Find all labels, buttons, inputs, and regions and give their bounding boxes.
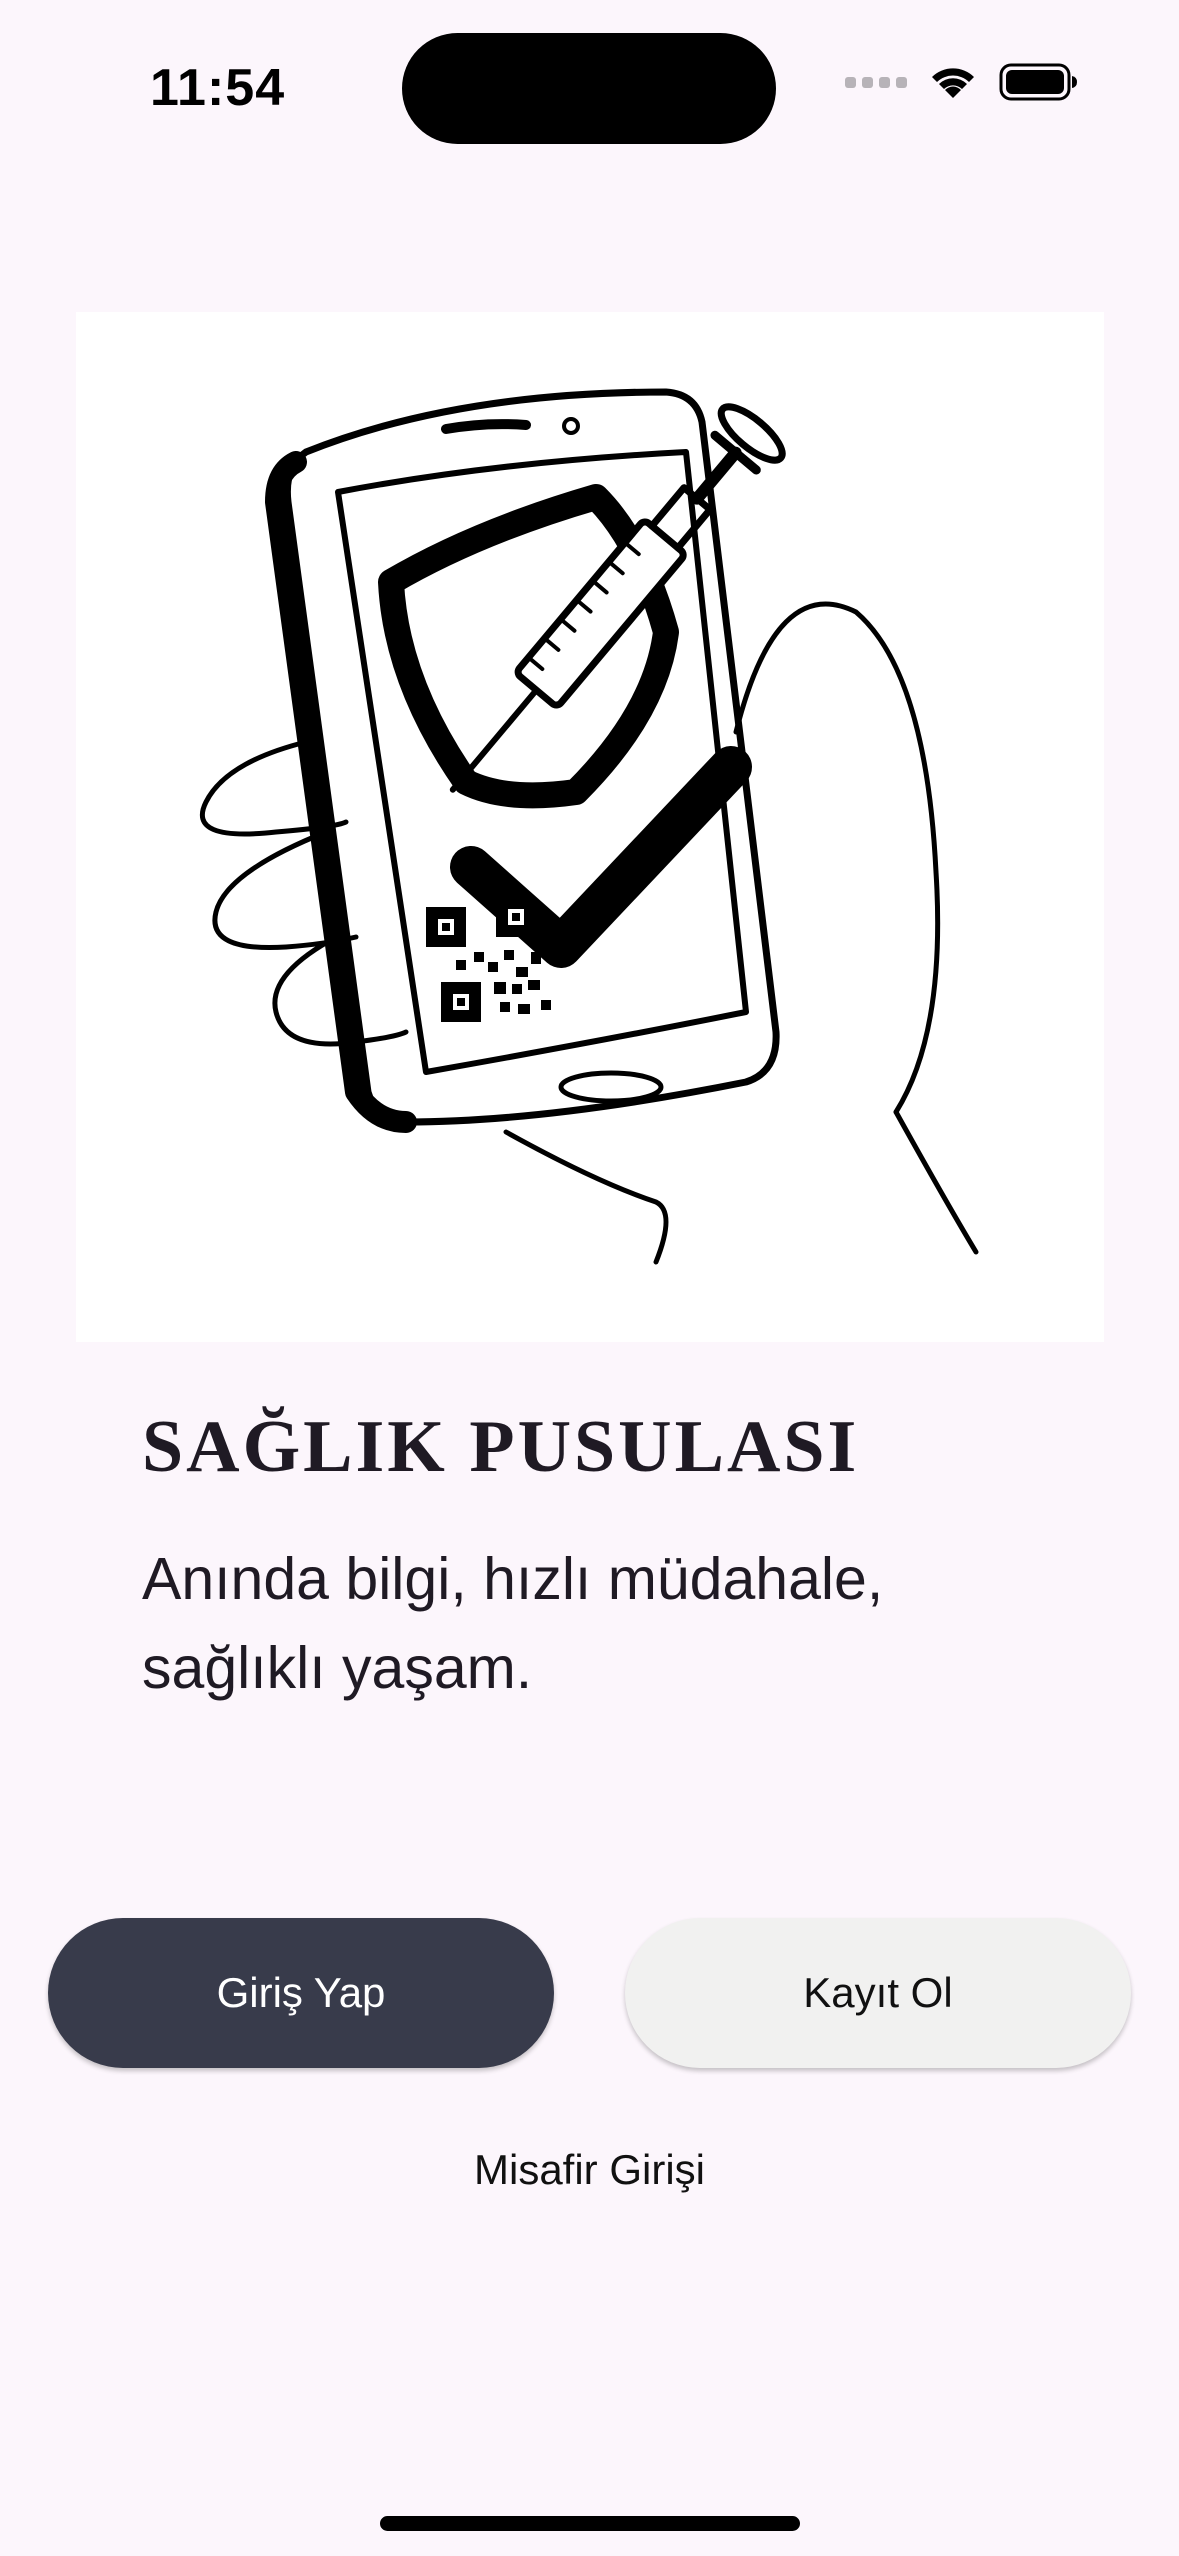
login-button[interactable]: Giriş Yap bbox=[48, 1918, 554, 2068]
home-indicator bbox=[380, 2516, 800, 2531]
wifi-icon bbox=[927, 62, 979, 102]
app-title: SAĞLIK PUSULASI bbox=[142, 1406, 860, 1488]
signal-icon bbox=[845, 76, 907, 88]
app-tagline: Anında bilgi, hızlı müdahale, sağlıklı y… bbox=[142, 1546, 884, 1701]
phone-vaccine-qr-checkmark-illustration bbox=[199, 388, 979, 1265]
register-button[interactable]: Kayıt Ol bbox=[625, 1918, 1131, 2068]
status-time: 11:54 bbox=[150, 59, 286, 117]
hero-illustration bbox=[76, 312, 1104, 1342]
dynamic-island bbox=[402, 33, 776, 144]
status-icons bbox=[845, 62, 1079, 102]
battery-icon bbox=[999, 62, 1079, 102]
guest-login-link[interactable]: Misafir Girişi bbox=[0, 2146, 1179, 2194]
